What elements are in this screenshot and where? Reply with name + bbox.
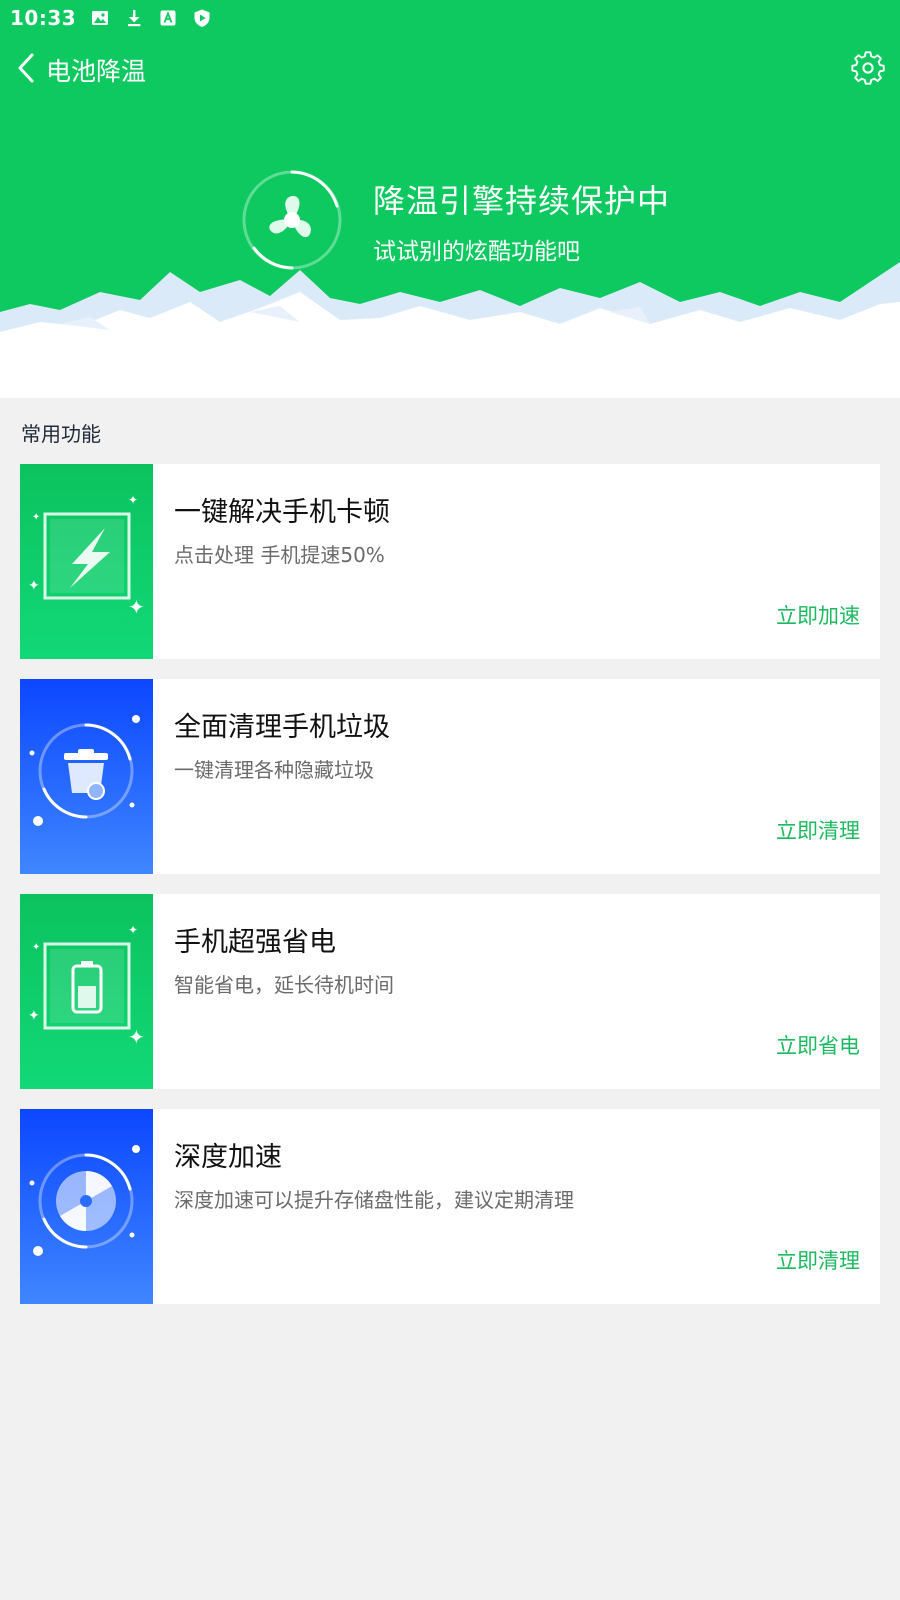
card-title: 全面清理手机垃圾 bbox=[174, 712, 390, 743]
svg-text:✦: ✦ bbox=[32, 942, 40, 953]
page-title: 电池降温 bbox=[46, 57, 147, 86]
nav-bar: 电池降温 bbox=[0, 42, 900, 94]
hero-banner: 10:33 电池降温 降温引擎持续保护中 试试别的炫酷功能吧 bbox=[0, 0, 900, 398]
svg-text:✦: ✦ bbox=[128, 493, 138, 507]
back-icon[interactable] bbox=[12, 50, 44, 86]
card-deep-speed-up[interactable]: 深度加速 深度加速可以提升存储盘性能，建议定期清理 立即清理 bbox=[20, 1109, 880, 1304]
card-desc: 智能省电，延长待机时间 bbox=[174, 973, 394, 997]
card-clean-junk[interactable]: 全面清理手机垃圾 一键清理各种隐藏垃圾 立即清理 bbox=[20, 679, 880, 874]
trash-icon bbox=[20, 679, 153, 874]
svg-text:✦: ✦ bbox=[28, 1008, 40, 1024]
hero-subtitle: 试试别的炫酷功能吧 bbox=[373, 239, 580, 265]
status-time: 10:33 bbox=[10, 6, 77, 30]
status-bar: 10:33 bbox=[0, 0, 900, 36]
svg-text:✦: ✦ bbox=[128, 1025, 145, 1049]
disk-icon bbox=[20, 1109, 153, 1304]
clean-junk-button[interactable]: 立即清理 bbox=[776, 815, 860, 845]
play-shield-icon bbox=[192, 8, 212, 28]
fan-icon bbox=[240, 168, 344, 272]
gear-icon[interactable] bbox=[850, 50, 886, 86]
card-title: 一键解决手机卡顿 bbox=[174, 497, 390, 528]
speed-up-button[interactable]: 立即加速 bbox=[776, 600, 860, 630]
svg-text:✦: ✦ bbox=[32, 512, 40, 523]
download-icon bbox=[124, 8, 144, 28]
card-desc: 一键清理各种隐藏垃圾 bbox=[174, 758, 374, 782]
deep-clean-button[interactable]: 立即清理 bbox=[776, 1245, 860, 1275]
card-title: 手机超强省电 bbox=[174, 927, 336, 958]
app-store-icon bbox=[158, 8, 178, 28]
card-power-save[interactable]: ✦ ✦ ✦ ✦ 手机超强省电 智能省电，延长待机时间 立即省电 bbox=[20, 894, 880, 1089]
card-title: 深度加速 bbox=[174, 1142, 282, 1173]
svg-text:✦: ✦ bbox=[28, 578, 40, 594]
image-icon bbox=[90, 8, 110, 28]
power-save-button[interactable]: 立即省电 bbox=[776, 1030, 860, 1060]
battery-icon: ✦ ✦ ✦ ✦ bbox=[20, 894, 153, 1089]
card-speed-up[interactable]: ✦ ✦ ✦ ✦ 一键解决手机卡顿 点击处理 手机提速50% 立即加速 bbox=[20, 464, 880, 659]
lightning-icon: ✦ ✦ ✦ ✦ bbox=[20, 464, 153, 659]
section-title: 常用功能 bbox=[21, 422, 101, 446]
card-desc: 深度加速可以提升存储盘性能，建议定期清理 bbox=[174, 1188, 574, 1212]
hero-title: 降温引擎持续保护中 bbox=[373, 182, 671, 220]
svg-text:✦: ✦ bbox=[128, 923, 138, 937]
svg-text:✦: ✦ bbox=[128, 595, 145, 619]
snow-mountains bbox=[0, 262, 900, 398]
card-desc: 点击处理 手机提速50% bbox=[174, 543, 385, 567]
